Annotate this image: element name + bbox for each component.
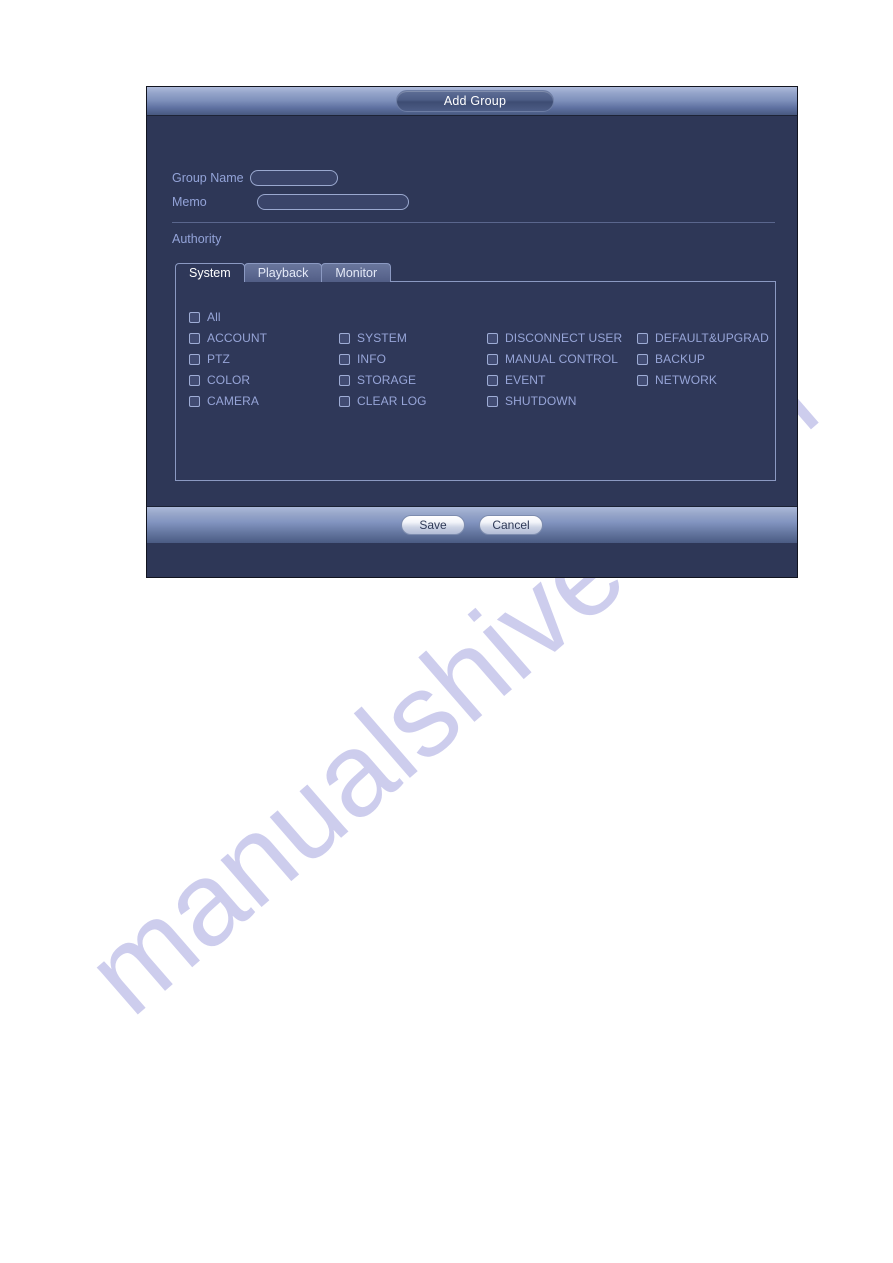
- checkbox-icon[interactable]: [189, 332, 200, 344]
- permission-item[interactable]: DISCONNECT USER: [487, 330, 622, 346]
- permission-item[interactable]: PTZ: [189, 351, 230, 367]
- permission-label: PTZ: [207, 352, 230, 366]
- checkbox-icon[interactable]: [637, 353, 648, 365]
- memo-row: Memo: [172, 193, 409, 211]
- permission-item[interactable]: DEFAULT&UPGRAD: [637, 330, 769, 346]
- permission-label: All: [207, 310, 221, 324]
- permission-label: CAMERA: [207, 394, 259, 408]
- permission-label: NETWORK: [655, 373, 718, 387]
- group-name-input[interactable]: [250, 170, 338, 186]
- memo-input[interactable]: [257, 194, 409, 210]
- dialog-title: Add Group: [396, 90, 554, 112]
- permission-item[interactable]: INFO: [339, 351, 386, 367]
- checkbox-icon[interactable]: [637, 374, 648, 386]
- permission-label: INFO: [357, 352, 387, 366]
- permission-label: SYSTEM: [357, 331, 407, 345]
- permission-label: DEFAULT&UPGRAD: [655, 331, 769, 345]
- permission-item[interactable]: All: [189, 309, 221, 325]
- permission-label: BACKUP: [655, 352, 705, 366]
- permission-item[interactable]: NETWORK: [637, 372, 717, 388]
- section-divider: [172, 222, 775, 223]
- permission-panel: All ACCOUNT PTZ COLOR CAMERA SYSTEM INFO STORAG…: [175, 281, 776, 481]
- dialog-body: Group Name Memo Authority System Playback…: [147, 116, 797, 543]
- dialog-title-bar: Add Group: [147, 87, 797, 116]
- permission-label: STORAGE: [357, 373, 417, 387]
- permission-item[interactable]: COLOR: [189, 372, 250, 388]
- permission-item[interactable]: STORAGE: [339, 372, 416, 388]
- permission-label: MANUAL CONTROL: [505, 352, 618, 366]
- permission-label: CLEAR LOG: [357, 394, 427, 408]
- permission-label: EVENT: [505, 373, 546, 387]
- save-button[interactable]: Save: [401, 515, 465, 535]
- permission-item[interactable]: CLEAR LOG: [339, 393, 427, 409]
- authority-tab-strip: System Playback Monitor: [175, 262, 392, 282]
- tab-playback[interactable]: Playback: [243, 263, 323, 282]
- checkbox-icon[interactable]: [339, 395, 350, 407]
- permission-grid: All ACCOUNT PTZ COLOR CAMERA SYSTEM INFO STORAG…: [176, 282, 777, 482]
- checkbox-icon[interactable]: [189, 374, 200, 386]
- checkbox-icon[interactable]: [189, 311, 200, 323]
- group-name-label: Group Name: [172, 171, 244, 185]
- checkbox-icon[interactable]: [487, 353, 498, 365]
- permission-item[interactable]: SYSTEM: [339, 330, 407, 346]
- cancel-button[interactable]: Cancel: [479, 515, 543, 535]
- memo-label: Memo: [172, 195, 207, 209]
- tab-system[interactable]: System: [175, 263, 245, 282]
- permission-item[interactable]: EVENT: [487, 372, 546, 388]
- group-name-row: Group Name: [172, 169, 338, 187]
- permission-item[interactable]: MANUAL CONTROL: [487, 351, 618, 367]
- checkbox-icon[interactable]: [487, 374, 498, 386]
- checkbox-icon[interactable]: [189, 353, 200, 365]
- checkbox-icon[interactable]: [339, 353, 350, 365]
- tab-monitor[interactable]: Monitor: [321, 263, 392, 282]
- checkbox-icon[interactable]: [637, 332, 648, 344]
- permission-item[interactable]: ACCOUNT: [189, 330, 267, 346]
- permission-label: SHUTDOWN: [505, 394, 577, 408]
- authority-section-label: Authority: [172, 232, 222, 246]
- add-group-dialog: Add Group Group Name Memo Authority Syst…: [146, 86, 798, 578]
- permission-item[interactable]: CAMERA: [189, 393, 259, 409]
- checkbox-icon[interactable]: [339, 332, 350, 344]
- checkbox-icon[interactable]: [487, 332, 498, 344]
- permission-label: COLOR: [207, 373, 251, 387]
- permission-item[interactable]: BACKUP: [637, 351, 705, 367]
- checkbox-icon[interactable]: [339, 374, 350, 386]
- checkbox-icon[interactable]: [487, 395, 498, 407]
- permission-item[interactable]: SHUTDOWN: [487, 393, 576, 409]
- dialog-footer: Save Cancel: [147, 506, 797, 543]
- checkbox-icon[interactable]: [189, 395, 200, 407]
- permission-label: DISCONNECT USER: [505, 331, 623, 345]
- permission-label: ACCOUNT: [207, 331, 268, 345]
